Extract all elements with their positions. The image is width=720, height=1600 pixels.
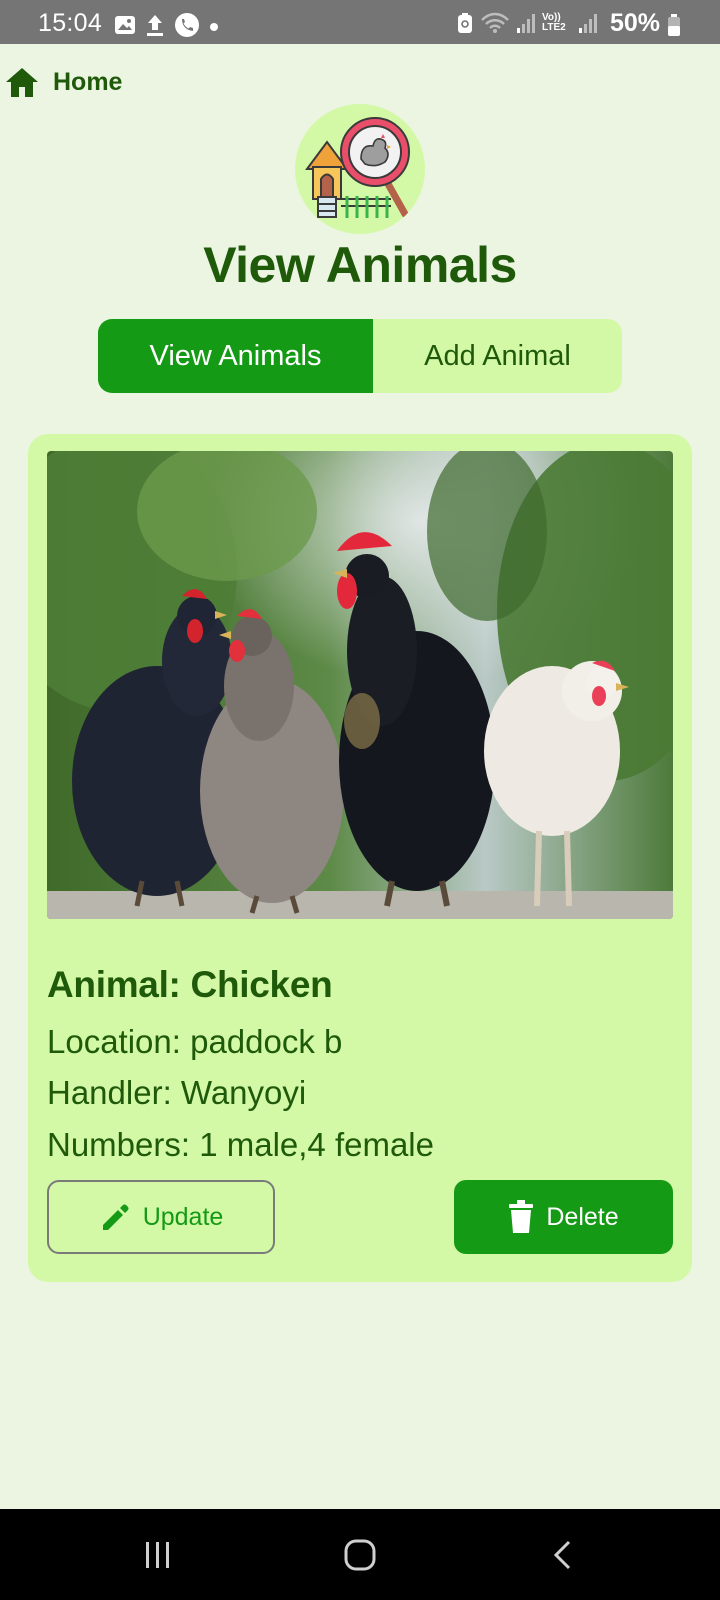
tab-add-animal[interactable]: Add Animal <box>373 319 622 393</box>
status-connectivity: Vo)) LTE2 <box>456 12 598 34</box>
update-label: Update <box>142 1202 224 1231</box>
call-icon <box>175 13 199 37</box>
tab-view-animals[interactable]: View Animals <box>98 319 373 393</box>
home-link[interactable]: Home <box>5 64 122 100</box>
home-circle-icon <box>344 1539 376 1570</box>
animal-name: Animal: Chicken <box>47 964 333 1005</box>
signal-icon-2 <box>579 14 597 33</box>
gallery-icon <box>115 16 135 34</box>
back-icon <box>553 1540 571 1569</box>
page-title: View Animals <box>203 237 517 293</box>
status-bar: 15:04 Vo)) LTE2 50% <box>0 0 720 44</box>
animal-handler: Handler: Wanyoyi <box>47 1074 307 1111</box>
recent-apps-button[interactable] <box>98 1509 218 1600</box>
view-switcher: View Animals Add Animal <box>98 319 622 393</box>
recent-apps-icon <box>146 1541 169 1568</box>
animal-numbers: Numbers: 1 male,4 female <box>47 1126 434 1163</box>
system-nav-bar <box>0 1509 720 1600</box>
back-button[interactable] <box>502 1509 622 1600</box>
trash-icon <box>508 1200 534 1234</box>
data-saver-icon <box>458 13 472 33</box>
wifi-icon <box>481 12 509 33</box>
home-icon <box>6 68 38 97</box>
update-button[interactable]: Update <box>47 1180 275 1254</box>
pencil-icon <box>99 1201 131 1233</box>
delete-button[interactable]: Delete <box>454 1180 673 1254</box>
animal-card: Animal: Chicken Location: paddock b Hand… <box>28 434 692 1282</box>
battery-percent: 50% <box>609 9 660 37</box>
animal-photo <box>47 451 673 919</box>
delete-label: Delete <box>546 1202 619 1231</box>
animal-location: Location: paddock b <box>47 1023 343 1060</box>
coop-search-icon <box>295 104 425 234</box>
battery-icon <box>668 14 680 36</box>
home-label: Home <box>53 67 123 96</box>
status-time: 15:04 <box>38 9 103 37</box>
signal-icon-1 <box>517 14 535 33</box>
dot-icon <box>210 23 218 31</box>
status-notifications <box>114 12 220 38</box>
nav-home-button[interactable] <box>300 1509 420 1600</box>
network-type-label: Vo)) LTE2 <box>542 12 566 33</box>
upload-icon <box>147 15 163 36</box>
